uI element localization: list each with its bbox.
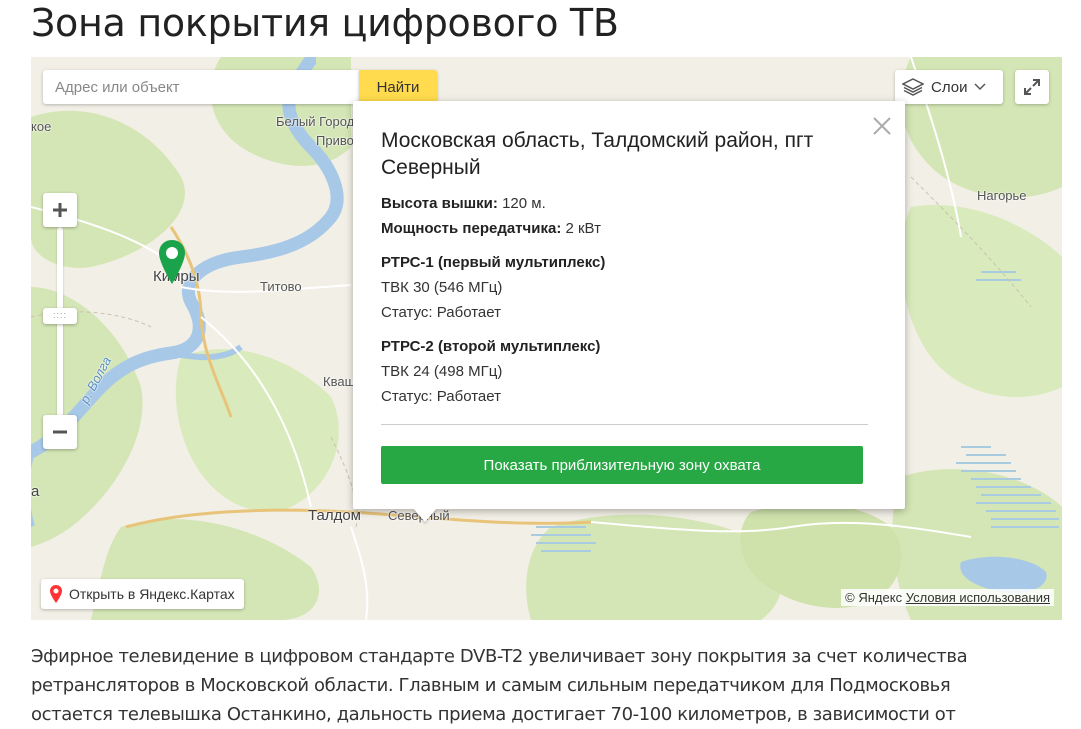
find-button[interactable]: Найти <box>359 70 437 104</box>
map-pin-icon <box>50 585 62 603</box>
open-in-maps-label: Открыть в Яндекс.Картах <box>69 586 235 602</box>
chevron-down-icon <box>974 83 987 91</box>
place-label: Белый Город <box>276 114 355 129</box>
show-coverage-zone-button[interactable]: Показать приблизительную зону охвата <box>381 446 863 484</box>
zoom-out-button[interactable] <box>43 415 77 449</box>
coverage-map[interactable]: кое Белый Город Приво Кимры Титово Нагор… <box>31 57 1062 620</box>
open-in-yandex-maps-link[interactable]: Открыть в Яндекс.Картах <box>41 579 244 609</box>
balloon-tail <box>413 508 437 522</box>
multiplex-name: РТРС-1 (первый мультиплекс) <box>381 254 606 271</box>
expand-icon <box>1024 79 1040 95</box>
tower-height-value: 120 м. <box>502 195 546 212</box>
transmitter-info-balloon: Московская область, Талдомский район, пг… <box>353 101 905 509</box>
terms-of-use-link[interactable]: Условия использования <box>906 590 1050 605</box>
place-label: Титово <box>260 279 302 294</box>
multiplex-channel: ТВК 24 (498 МГц) <box>381 363 503 380</box>
balloon-title: Московская область, Талдомский район, пг… <box>381 129 814 179</box>
multiplex-status: Статус: Работает <box>381 304 501 321</box>
layers-button[interactable]: Слои <box>895 70 1003 104</box>
multiplex-status: Статус: Работает <box>381 388 501 405</box>
multiplex-channel: ТВК 30 (546 МГц) <box>381 279 503 296</box>
transmitter-power: Мощность передатчика: 2 кВт <box>381 216 871 241</box>
place-label-taldom: Талдом <box>308 507 361 524</box>
multiplex-name: РТРС-2 (второй мультиплекс) <box>381 338 601 355</box>
tower-height-label: Высота вышки: <box>381 195 498 212</box>
place-label: Нагорье <box>977 188 1027 203</box>
map-search-box <box>43 70 359 104</box>
zoom-slider-track[interactable] <box>57 227 63 427</box>
transmitter-power-value: 2 кВт <box>565 220 601 237</box>
plus-icon <box>53 203 67 217</box>
place-label: Кваш <box>323 374 355 389</box>
place-label: а <box>31 483 40 500</box>
zoom-slider-handle[interactable]: :::: <box>43 308 77 324</box>
fullscreen-button[interactable] <box>1015 70 1049 104</box>
transmitter-power-label: Мощность передатчика: <box>381 220 562 237</box>
zoom-in-button[interactable] <box>43 193 77 227</box>
close-icon[interactable] <box>871 115 893 137</box>
page-title: Зона покрытия цифрового ТВ <box>31 1 619 45</box>
search-input[interactable] <box>43 70 357 104</box>
layers-icon <box>902 78 924 96</box>
tower-height: Высота вышки: 120 м. <box>381 191 871 216</box>
place-label: кое <box>31 119 52 134</box>
minus-icon <box>53 430 67 434</box>
balloon-divider <box>381 424 868 425</box>
map-copyright: © Яндекс Условия использования <box>841 589 1054 606</box>
transmitter-pin-icon[interactable] <box>157 238 187 286</box>
layers-label: Слои <box>931 78 968 96</box>
multiplex-1: РТРС-1 (первый мультиплекс) ТВК 30 (546 … <box>381 250 871 325</box>
article-paragraph: Эфирное телевидение в цифровом стандарте… <box>31 646 968 725</box>
place-label: Приво <box>316 133 354 148</box>
copyright-text: © Яндекс <box>845 590 903 605</box>
multiplex-2: РТРС-2 (второй мультиплекс) ТВК 24 (498 … <box>381 334 871 409</box>
